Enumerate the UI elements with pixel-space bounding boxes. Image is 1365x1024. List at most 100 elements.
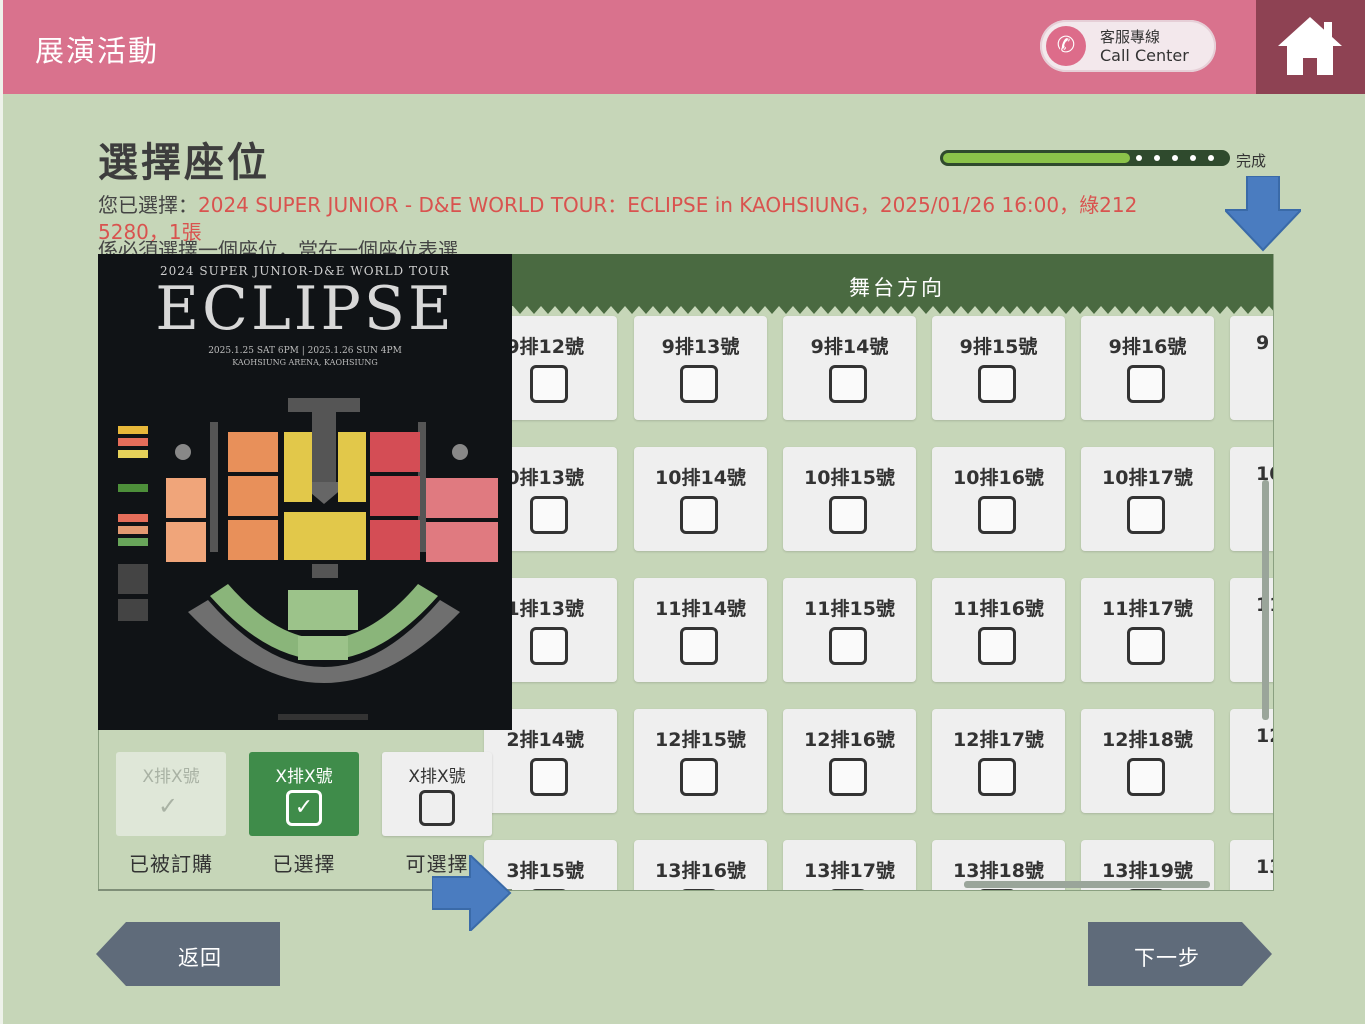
seat-checkbox[interactable] — [680, 889, 718, 890]
seat-label: 10排16號 — [953, 467, 1044, 489]
seat[interactable]: 9排16號 — [1081, 316, 1214, 420]
poster-venue: KAOHSIUNG ARENA, KAOHSIUNG — [232, 358, 378, 367]
seat[interactable]: 13 — [1230, 840, 1273, 890]
seat[interactable]: 13排17號 — [783, 840, 916, 890]
seat[interactable]: 11排16號 — [932, 578, 1065, 682]
progress-fill — [943, 153, 1130, 163]
legend-code: X排X號 — [408, 767, 466, 787]
seat-checkbox[interactable] — [978, 627, 1016, 665]
poster-title: ECLIPSE — [155, 274, 455, 344]
page-title: 選擇座位 — [98, 140, 270, 186]
seat[interactable]: 9排14號 — [783, 316, 916, 420]
legend-taken-caption: 已被訂購 — [129, 852, 213, 876]
seat-checkbox[interactable] — [978, 889, 1016, 890]
progress-dot — [1136, 155, 1142, 161]
seat-label: 13排18號 — [953, 860, 1044, 882]
legend-selected-caption: 已選擇 — [272, 852, 336, 876]
seat-label: 10排15號 — [804, 467, 895, 489]
seat-checkbox[interactable] — [1127, 496, 1165, 534]
seat[interactable]: 12排17號 — [932, 709, 1065, 813]
seat[interactable]: 10排17號 — [1081, 447, 1214, 551]
seat-label: 13排17號 — [804, 860, 895, 882]
annotation-arrow-right — [432, 855, 512, 931]
seat-label: 11排17號 — [1102, 598, 1193, 620]
seat-label: 12 — [1256, 725, 1273, 747]
seat-label: 9排14號 — [810, 336, 889, 358]
seat-checkbox[interactable] — [530, 627, 568, 665]
partial-note: 係必須選擇一個座位，當在一個座位表選 — [98, 240, 458, 254]
back-label: 返回 — [178, 946, 222, 970]
seat-checkbox[interactable] — [530, 496, 568, 534]
seat-checkbox[interactable] — [978, 758, 1016, 796]
progress-dot — [1190, 155, 1196, 161]
seat-checkbox[interactable] — [978, 365, 1016, 403]
legend-taken: X排X號 ✓ — [116, 752, 226, 836]
seat-label: 9排15號 — [959, 336, 1038, 358]
seat-checkbox[interactable] — [680, 365, 718, 403]
seat[interactable]: 12 — [1230, 709, 1273, 813]
seat-checkbox[interactable] — [829, 627, 867, 665]
legend-code: X排X號 — [142, 767, 200, 787]
seat-checkbox[interactable] — [1127, 627, 1165, 665]
progress-dot — [1208, 155, 1214, 161]
home-icon — [1278, 17, 1342, 75]
home-button[interactable] — [1256, 0, 1365, 94]
seat-checkbox[interactable] — [680, 627, 718, 665]
call-center-button[interactable]: ✆ 客服專線 Call Center — [1040, 20, 1216, 72]
window-frame — [0, 0, 3, 1024]
seat[interactable]: 10排16號 — [932, 447, 1065, 551]
seat[interactable]: 9排15號 — [932, 316, 1065, 420]
horizontal-scrollbar[interactable] — [964, 881, 1210, 888]
seat-label: 10排14號 — [655, 467, 746, 489]
seat-checkbox[interactable] — [978, 496, 1016, 534]
progress-label: 完成 — [1236, 152, 1267, 170]
app-header: 展演活動 ✆ 客服專線 Call Center — [3, 0, 1256, 94]
seat[interactable]: 11排15號 — [783, 578, 916, 682]
selection-detail: 2024 SUPER JUNIOR - D&E WORLD TOUR：ECLIP… — [198, 193, 1138, 217]
vertical-scrollbar[interactable] — [1262, 480, 1269, 720]
checked-box-icon: ✓ — [286, 790, 322, 826]
seat-checkbox[interactable] — [680, 496, 718, 534]
legend-available: X排X號 — [382, 752, 492, 836]
seat[interactable]: 10排14號 — [634, 447, 767, 551]
seat[interactable]: 12排15號 — [634, 709, 767, 813]
seat-label: 11排14號 — [655, 598, 746, 620]
seat[interactable]: 11排14號 — [634, 578, 767, 682]
seat[interactable]: 11排17號 — [1081, 578, 1214, 682]
phone-icon: ✆ — [1046, 26, 1086, 66]
seat[interactable]: 13排16號 — [634, 840, 767, 890]
progress-bar — [940, 150, 1230, 166]
seat[interactable]: 9排13號 — [634, 316, 767, 420]
seat-checkbox[interactable] — [829, 496, 867, 534]
seat-label: 9排13號 — [661, 336, 740, 358]
call-center-label-en: Call Center — [1100, 46, 1189, 65]
seat-label: 13排16號 — [655, 860, 746, 882]
next-label: 下一步 — [1134, 946, 1200, 970]
legend-code: X排X號 — [275, 767, 333, 787]
seat-checkbox[interactable] — [1127, 889, 1165, 890]
seat-checkbox[interactable] — [530, 365, 568, 403]
back-button[interactable]: 返回 — [96, 922, 280, 986]
seat[interactable]: 12排16號 — [783, 709, 916, 813]
app-title: 展演活動 — [35, 34, 160, 68]
page: 展演活動 ✆ 客服專線 Call Center 選擇座位 完成 您已選擇：202… — [0, 0, 1365, 1024]
seat-label: 11排15號 — [804, 598, 895, 620]
seat-checkbox[interactable] — [1127, 758, 1165, 796]
seat-label: 12排18號 — [1102, 729, 1193, 751]
selection-summary: 您已選擇：2024 SUPER JUNIOR - D&E WORLD TOUR：… — [98, 192, 1248, 246]
annotation-arrow-down — [1225, 176, 1301, 252]
seat-checkbox[interactable] — [829, 758, 867, 796]
poster-dates: 2025.1.25 SAT 6PM | 2025.1.26 SUN 4PM — [208, 346, 402, 356]
seat-checkbox[interactable] — [1127, 365, 1165, 403]
seat-checkbox[interactable] — [829, 365, 867, 403]
seat-checkbox[interactable] — [530, 889, 568, 890]
seat[interactable]: 10排15號 — [783, 447, 916, 551]
seat-checkbox[interactable] — [530, 758, 568, 796]
seat-label: 9排16號 — [1108, 336, 1187, 358]
seat-checkbox[interactable] — [680, 758, 718, 796]
seat-label: 13 — [1256, 856, 1273, 878]
next-button[interactable]: 下一步 — [1088, 922, 1272, 986]
seat[interactable]: 12排18號 — [1081, 709, 1214, 813]
seat[interactable]: 9 — [1230, 316, 1273, 420]
seat-checkbox[interactable] — [829, 889, 867, 890]
